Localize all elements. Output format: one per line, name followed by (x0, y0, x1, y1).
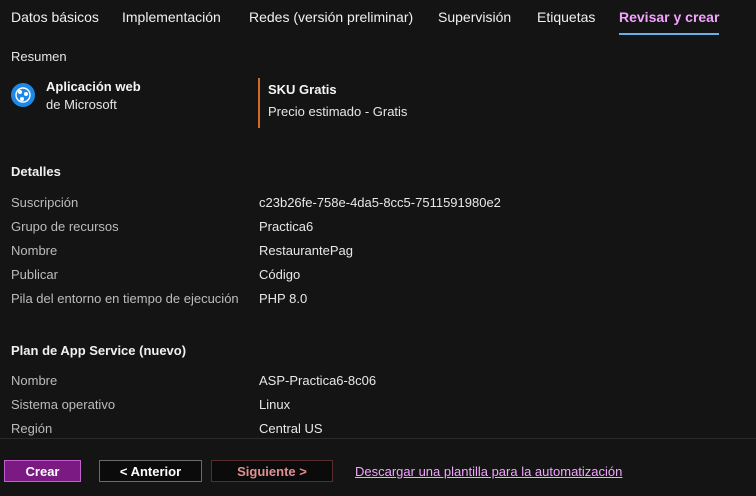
tab-redes[interactable]: Redes (versión preliminar) (249, 9, 413, 25)
detail-label-subscription: Suscripción (11, 195, 79, 210)
app-service-plan-heading: Plan de App Service (nuevo) (11, 343, 187, 358)
details-heading: Detalles (11, 164, 61, 179)
create-button[interactable]: Crear (4, 460, 81, 482)
detail-value-subscription: c23b26fe-758e-4da5-8cc5-7511591980e2 (259, 195, 501, 210)
previous-button[interactable]: < Anterior (99, 460, 202, 482)
plan-label-name: Nombre (11, 373, 58, 388)
detail-value-publish: Código (259, 267, 301, 282)
plan-label-os: Sistema operativo (11, 397, 116, 412)
detail-label-resource-group: Grupo de recursos (11, 219, 119, 234)
plan-value-name: ASP-Practica6-8c06 (259, 373, 377, 388)
footer-divider (0, 438, 756, 439)
detail-value-name: RestaurantePag (259, 243, 353, 258)
product-publisher: de Microsoft (46, 97, 117, 112)
tab-revisar-y-crear[interactable]: Revisar y crear (619, 9, 720, 35)
detail-value-resource-group: Practica6 (259, 219, 314, 234)
sku-accent-bar (258, 78, 260, 128)
plan-value-region: Central US (259, 421, 323, 436)
sku-label: SKU Gratis (268, 82, 337, 97)
detail-value-runtime-stack: PHP 8.0 (259, 291, 308, 306)
detail-label-runtime-stack: Pila del entorno en tiempo de ejecución (11, 291, 239, 306)
web-app-icon (11, 83, 35, 107)
tab-supervision[interactable]: Supervisión (438, 9, 511, 25)
tab-bar: Datos básicos Implementación Redes (vers… (0, 0, 756, 36)
download-template-link[interactable]: Descargar una plantilla para la automati… (355, 464, 622, 479)
tab-etiquetas[interactable]: Etiquetas (537, 9, 595, 25)
detail-label-name: Nombre (11, 243, 58, 258)
summary-heading: Resumen (11, 49, 67, 64)
next-button[interactable]: Siguiente > (211, 460, 333, 482)
product-name: Aplicación web (46, 79, 141, 94)
estimated-price: Precio estimado - Gratis (268, 104, 408, 119)
plan-value-os: Linux (259, 397, 291, 412)
detail-label-publish: Publicar (11, 267, 58, 282)
tab-implementacion[interactable]: Implementación (122, 9, 221, 25)
plan-label-region: Región (11, 421, 53, 436)
tab-datos-basicos[interactable]: Datos básicos (11, 9, 99, 25)
